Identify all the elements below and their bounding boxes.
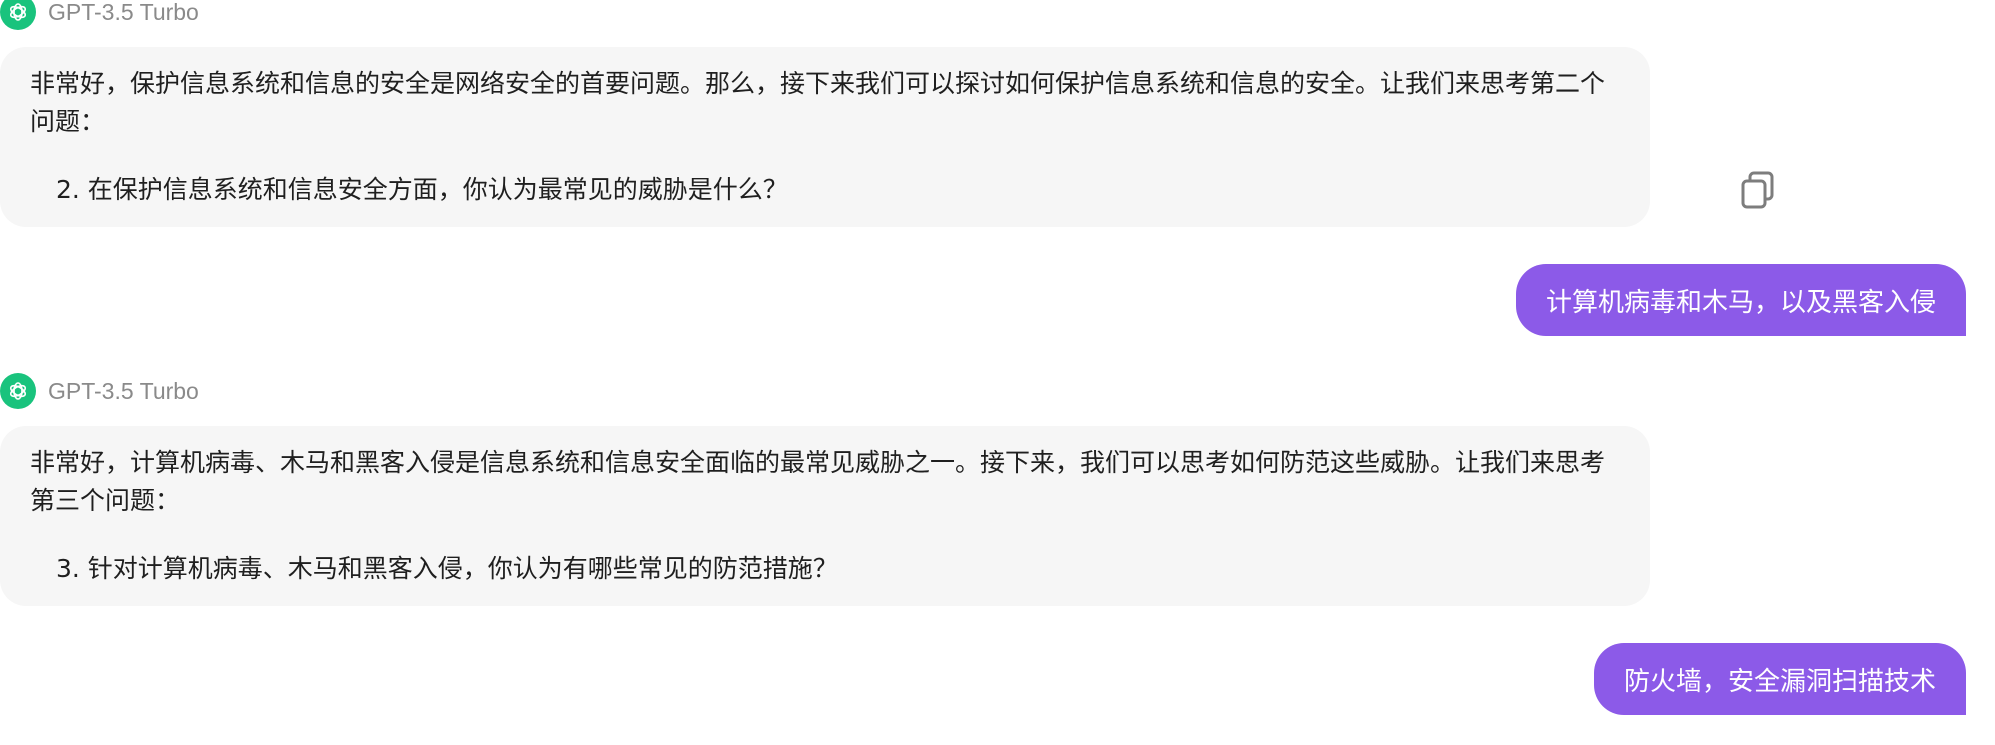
assistant-question: 2. 在保护信息系统和信息安全方面，你认为最常见的威胁是什么？	[56, 175, 788, 204]
model-name: GPT-3.5 Turbo	[48, 0, 199, 25]
openai-logo-icon	[0, 373, 36, 409]
assistant-message: 非常好，计算机病毒、木马和黑客入侵是信息系统和信息安全面临的最常见威胁之一。接下…	[0, 426, 1650, 606]
copy-icon[interactable]	[1740, 171, 1776, 211]
assistant-message-text: 非常好，保护信息系统和信息的安全是网络安全的首要问题。那么，接下来我们可以探讨如…	[30, 69, 1606, 136]
openai-logo-icon	[0, 0, 36, 30]
assistant-question: 3. 针对计算机病毒、木马和黑客入侵，你认为有哪些常见的防范措施？	[56, 554, 838, 583]
model-header: GPT-3.5 Turbo	[0, 0, 199, 30]
model-header: GPT-3.5 Turbo	[0, 373, 199, 409]
model-name: GPT-3.5 Turbo	[48, 377, 199, 404]
user-message: 计算机病毒和木马，以及黑客入侵	[1515, 264, 1966, 336]
user-message-text: 防火墙，安全漏洞扫描技术	[1623, 666, 1936, 697]
assistant-message-text: 非常好，计算机病毒、木马和黑客入侵是信息系统和信息安全面临的最常见威胁之一。接下…	[30, 448, 1606, 515]
user-message: 防火墙，安全漏洞扫描技术	[1593, 643, 1966, 715]
user-message-text: 计算机病毒和木马，以及黑客入侵	[1545, 287, 1936, 318]
assistant-message: 非常好，保护信息系统和信息的安全是网络安全的首要问题。那么，接下来我们可以探讨如…	[0, 47, 1650, 227]
